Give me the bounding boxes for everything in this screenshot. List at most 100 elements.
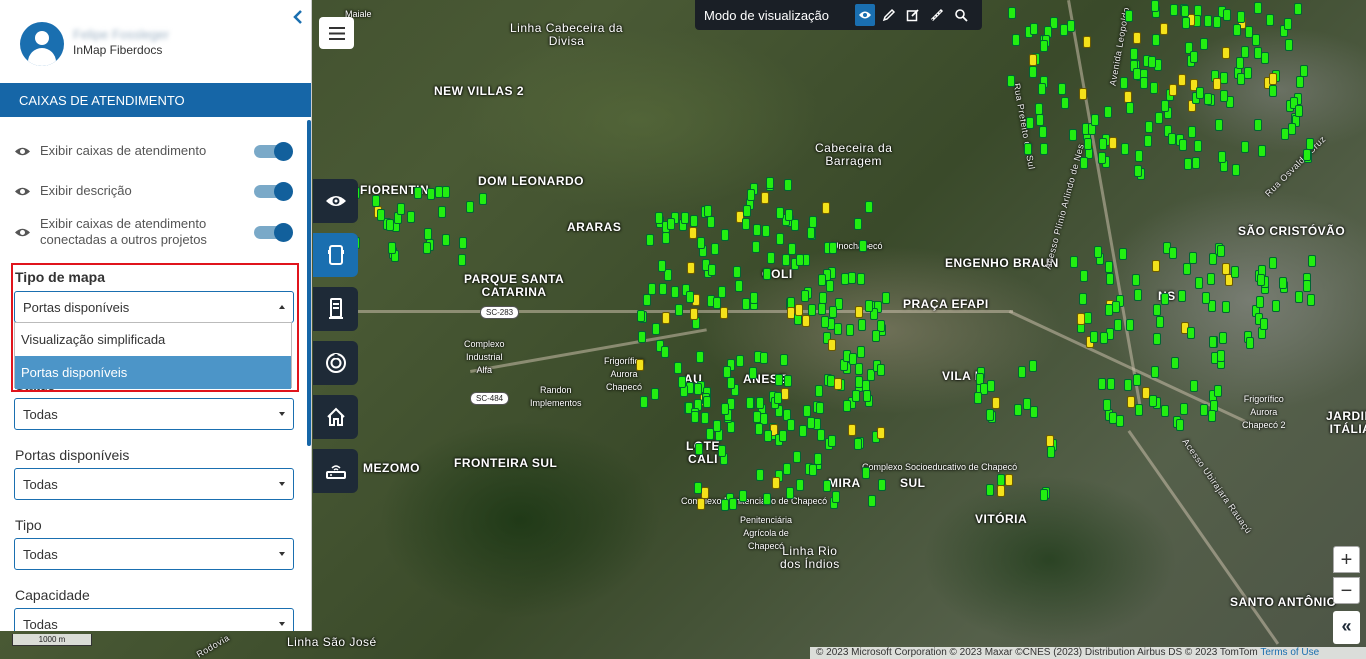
service-box-marker[interactable] — [735, 280, 743, 292]
service-box-marker[interactable] — [1133, 68, 1141, 80]
service-box-marker[interactable] — [1236, 57, 1244, 69]
service-box-marker[interactable] — [1281, 128, 1289, 140]
service-box-marker[interactable] — [848, 424, 856, 436]
service-box-marker[interactable] — [1217, 350, 1225, 362]
service-box-marker[interactable] — [796, 254, 804, 266]
service-box-marker[interactable] — [818, 274, 826, 286]
service-box-marker[interactable] — [1190, 380, 1198, 392]
option-available-ports[interactable]: Portas disponíveis — [15, 356, 291, 389]
service-box-marker[interactable] — [807, 417, 815, 429]
service-box-marker[interactable] — [479, 193, 487, 205]
service-box-marker[interactable] — [1040, 143, 1048, 155]
service-box-marker[interactable] — [1114, 319, 1122, 331]
service-box-marker[interactable] — [1231, 266, 1239, 278]
service-box-marker[interactable] — [1106, 273, 1114, 285]
service-box-marker[interactable] — [1181, 5, 1189, 17]
service-box-marker[interactable] — [986, 484, 994, 496]
service-box-marker[interactable] — [723, 366, 731, 378]
service-box-marker[interactable] — [1215, 119, 1223, 131]
service-box-marker[interactable] — [690, 215, 698, 227]
service-box-marker[interactable] — [1105, 304, 1113, 316]
service-box-marker[interactable] — [826, 280, 834, 292]
service-box-marker[interactable] — [372, 195, 380, 207]
service-box-marker[interactable] — [1150, 82, 1158, 94]
service-box-marker[interactable] — [414, 187, 422, 199]
service-box-marker[interactable] — [858, 319, 866, 331]
service-box-marker[interactable] — [729, 498, 737, 510]
zoom-out-button[interactable]: − — [1333, 577, 1360, 604]
expand-panel-button[interactable]: « — [1333, 611, 1360, 644]
service-box-marker[interactable] — [878, 479, 886, 491]
service-box-marker[interactable] — [808, 304, 816, 316]
service-box-marker[interactable] — [637, 310, 645, 322]
service-box-marker[interactable] — [799, 425, 807, 437]
service-box-marker[interactable] — [1140, 77, 1148, 89]
service-box-marker[interactable] — [997, 485, 1005, 497]
service-box-marker[interactable] — [783, 463, 791, 475]
service-box-marker[interactable] — [397, 203, 405, 215]
service-box-marker[interactable] — [1295, 291, 1303, 303]
service-box-marker[interactable] — [1307, 294, 1315, 306]
service-box-marker[interactable] — [721, 499, 729, 511]
capacity-filter-select[interactable]: Todas — [14, 608, 294, 631]
service-box-marker[interactable] — [767, 252, 775, 264]
service-box-marker[interactable] — [1135, 404, 1143, 416]
service-box-marker[interactable] — [743, 205, 751, 217]
service-box-marker[interactable] — [1124, 379, 1132, 391]
service-box-marker[interactable] — [1187, 327, 1195, 339]
service-box-marker[interactable] — [466, 201, 474, 213]
service-box-marker[interactable] — [1039, 126, 1047, 138]
service-box-marker[interactable] — [1014, 404, 1022, 416]
service-box-marker[interactable] — [862, 467, 870, 479]
service-box-marker[interactable] — [828, 435, 836, 447]
service-box-marker[interactable] — [1285, 39, 1293, 51]
service-box-marker[interactable] — [1220, 90, 1228, 102]
service-box-marker[interactable] — [854, 438, 862, 450]
service-box-marker[interactable] — [987, 380, 995, 392]
service-box-marker[interactable] — [1132, 274, 1140, 286]
service-box-marker[interactable] — [1214, 385, 1222, 397]
service-box-marker[interactable] — [427, 188, 435, 200]
service-box-marker[interactable] — [781, 388, 789, 400]
service-box-marker[interactable] — [775, 374, 783, 386]
service-box-marker[interactable] — [1196, 87, 1204, 99]
service-box-marker[interactable] — [662, 312, 670, 324]
service-box-marker[interactable] — [459, 237, 467, 249]
service-box-marker[interactable] — [1116, 415, 1124, 427]
service-box-marker[interactable] — [662, 232, 670, 244]
service-box-marker[interactable] — [774, 392, 782, 404]
service-box-marker[interactable] — [1204, 93, 1212, 105]
service-box-marker[interactable] — [1109, 137, 1117, 149]
service-box-marker[interactable] — [438, 206, 446, 218]
service-box-marker[interactable] — [1213, 78, 1221, 90]
service-box-marker[interactable] — [1112, 301, 1120, 313]
service-box-marker[interactable] — [707, 216, 715, 228]
service-box-marker[interactable] — [1069, 129, 1077, 141]
service-box-marker[interactable] — [809, 464, 817, 476]
service-box-marker[interactable] — [1223, 9, 1231, 21]
service-box-marker[interactable] — [1295, 105, 1303, 117]
service-box-marker[interactable] — [1080, 157, 1088, 169]
service-box-marker[interactable] — [697, 498, 705, 510]
service-box-marker[interactable] — [841, 273, 849, 285]
service-box-marker[interactable] — [701, 487, 709, 499]
sidebar-scrollbar[interactable] — [307, 120, 311, 446]
service-box-marker[interactable] — [1237, 11, 1245, 23]
service-box-marker[interactable] — [855, 306, 863, 318]
search-icon[interactable] — [951, 4, 971, 26]
service-box-marker[interactable] — [718, 445, 726, 457]
service-box-marker[interactable] — [829, 242, 837, 254]
service-box-marker[interactable] — [651, 388, 659, 400]
service-box-marker[interactable] — [1148, 56, 1156, 68]
service-box-marker[interactable] — [852, 390, 860, 402]
service-box-marker[interactable] — [701, 412, 709, 424]
service-box-marker[interactable] — [407, 211, 415, 223]
service-box-marker[interactable] — [823, 480, 831, 492]
service-box-marker[interactable] — [1026, 117, 1034, 129]
service-box-marker[interactable] — [720, 307, 728, 319]
service-box-marker[interactable] — [747, 189, 755, 201]
service-box-marker[interactable] — [1160, 23, 1168, 35]
service-box-marker[interactable] — [1272, 300, 1280, 312]
service-box-marker[interactable] — [796, 479, 804, 491]
service-box-marker[interactable] — [1008, 7, 1016, 19]
